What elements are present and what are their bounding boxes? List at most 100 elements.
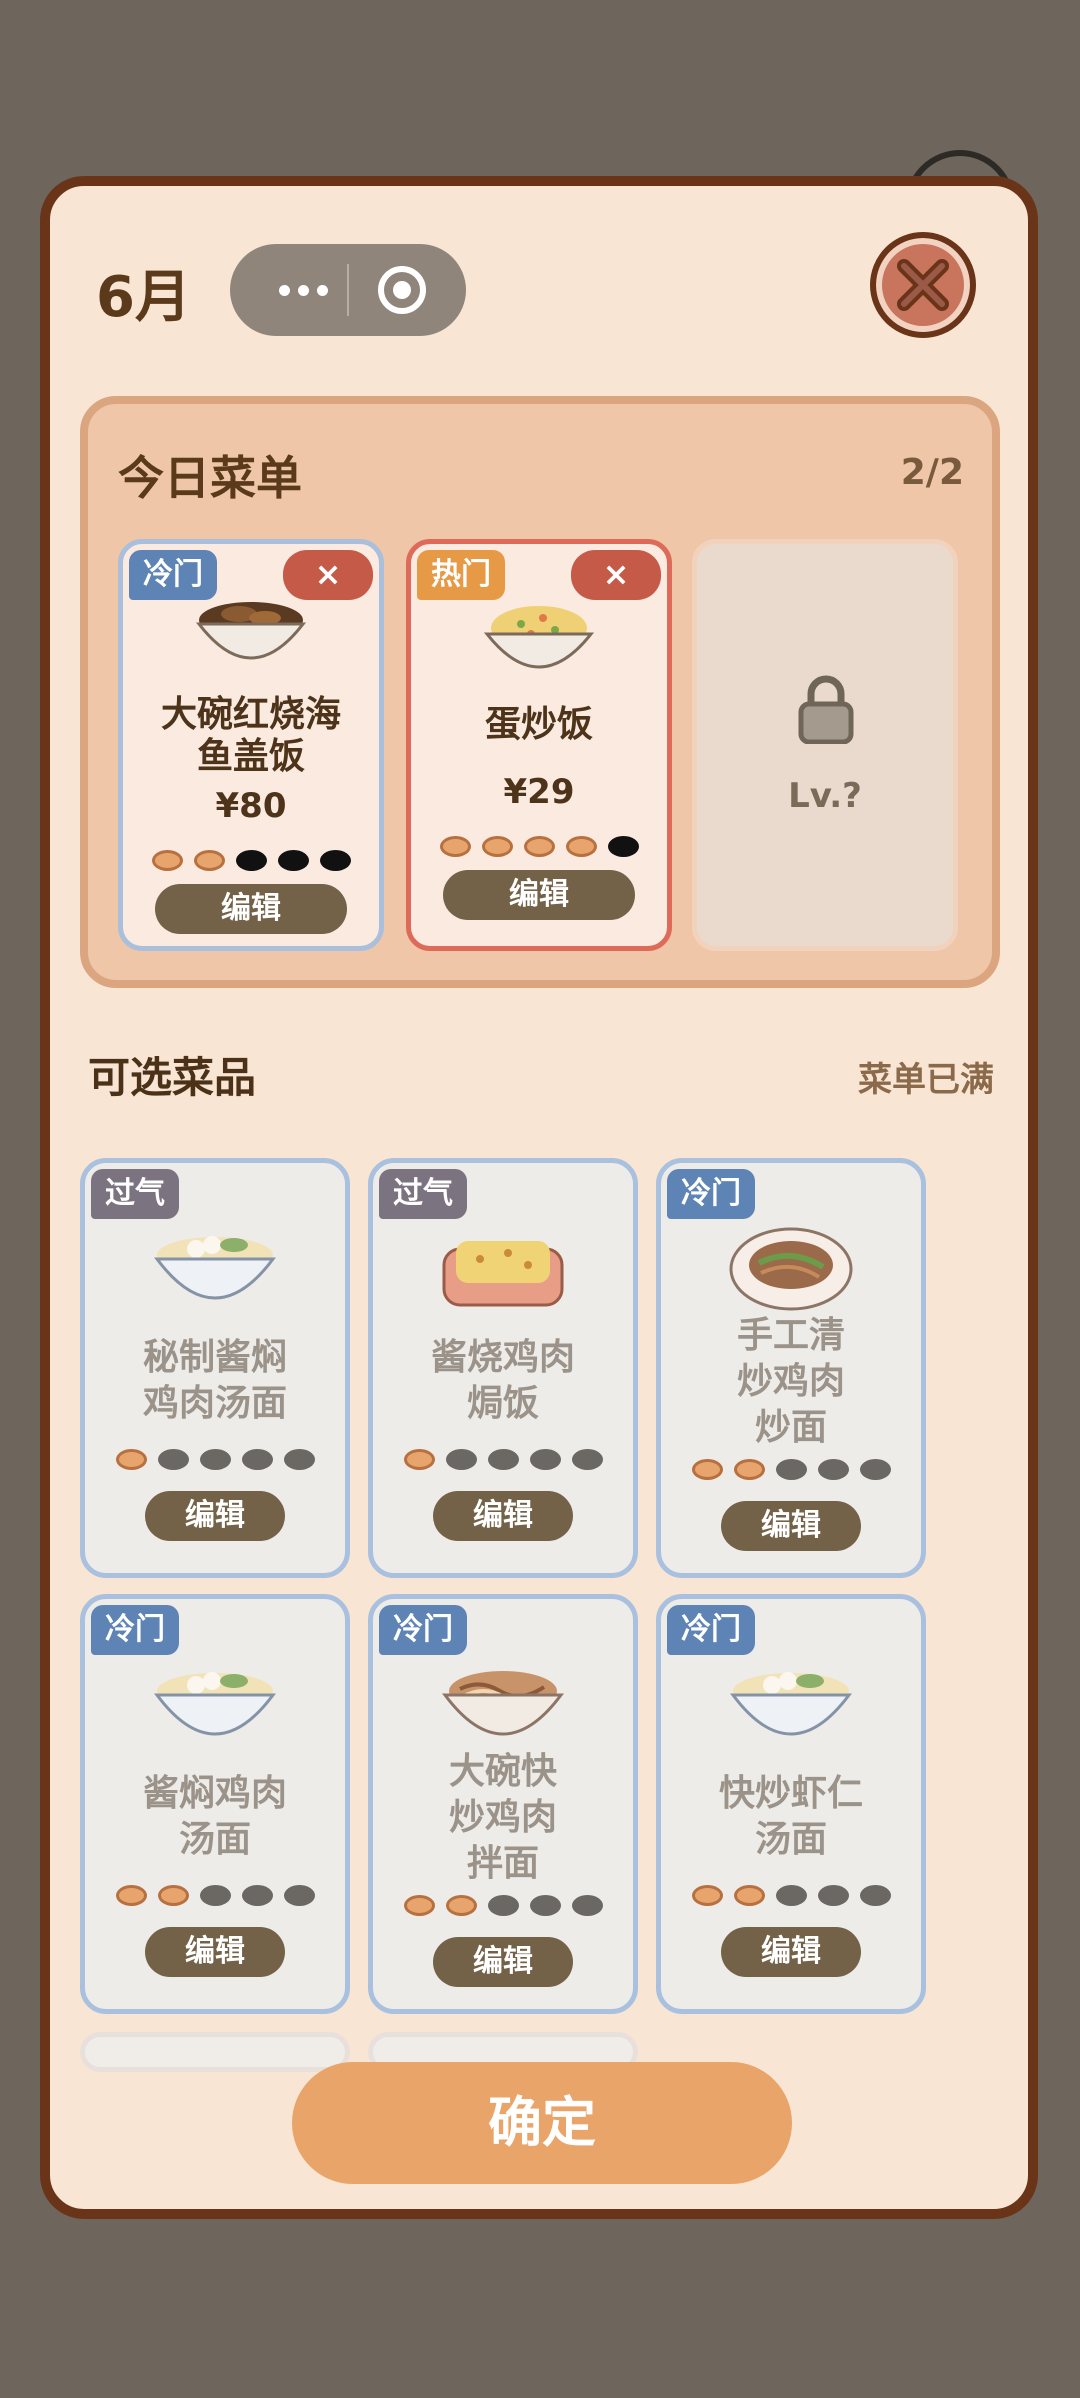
dish-card[interactable]: 过气 秘制酱焖 鸡肉汤面 编辑 bbox=[80, 1158, 350, 1578]
status-tag: 过气 bbox=[91, 1169, 179, 1219]
empty-rating-icon bbox=[241, 1449, 273, 1470]
edit-button[interactable]: 编辑 bbox=[433, 1937, 573, 1987]
empty-rating-icon bbox=[859, 1885, 891, 1906]
dish-name: 手工清 炒鸡肉 炒面 bbox=[736, 1315, 845, 1448]
locked-slot: Lv.? bbox=[692, 539, 958, 951]
empty-rating-icon bbox=[775, 1885, 807, 1906]
empty-rating-icon bbox=[235, 850, 267, 871]
status-tag: 冷门 bbox=[379, 1605, 467, 1655]
empty-rating-icon bbox=[199, 1885, 231, 1906]
fish-rice-bowl-icon bbox=[195, 602, 307, 660]
empty-rating-icon bbox=[283, 1885, 315, 1906]
edit-button[interactable]: 编辑 bbox=[443, 870, 635, 920]
dish-name: 大碗红烧海 鱼盖饭 bbox=[160, 694, 341, 777]
bread-icon bbox=[193, 850, 225, 871]
partial-dish-card bbox=[80, 2032, 350, 2072]
bread-icon bbox=[565, 836, 597, 857]
empty-rating-icon bbox=[571, 1449, 603, 1470]
empty-rating-icon bbox=[199, 1449, 231, 1470]
menu-panel: 6月 今日菜单 2/2 冷门 × 大碗红烧海 鱼盖饭 ¥80 编辑 热门 × 蛋… bbox=[40, 176, 1038, 2219]
bread-icon bbox=[523, 836, 555, 857]
month-label: 6月 bbox=[96, 265, 191, 330]
close-icon[interactable] bbox=[870, 232, 976, 338]
bread-icon bbox=[445, 1895, 477, 1916]
today-menu-section: 今日菜单 2/2 冷门 × 大碗红烧海 鱼盖饭 ¥80 编辑 热门 × 蛋炒饭 … bbox=[80, 396, 1000, 988]
bread-icon bbox=[691, 1459, 723, 1480]
edit-button[interactable]: 编辑 bbox=[433, 1491, 573, 1541]
empty-rating-icon bbox=[241, 1885, 273, 1906]
menu-card[interactable]: 热门 × 蛋炒饭 ¥29 编辑 bbox=[406, 539, 672, 951]
confirm-button[interactable]: 确定 bbox=[292, 2062, 792, 2184]
bread-icon bbox=[481, 836, 513, 857]
locked-level-label: Lv.? bbox=[788, 776, 862, 816]
empty-rating-icon bbox=[817, 1459, 849, 1480]
bread-icon bbox=[403, 1895, 435, 1916]
rating-dots bbox=[373, 1895, 633, 1916]
today-menu-count: 2/2 bbox=[900, 452, 964, 493]
dish-name: 秘制酱焖 鸡肉汤面 bbox=[142, 1337, 287, 1424]
lock-icon bbox=[798, 675, 854, 744]
edit-button[interactable]: 编辑 bbox=[145, 1491, 285, 1541]
empty-rating-icon bbox=[319, 850, 351, 871]
rating-dots bbox=[85, 1885, 345, 1906]
dish-card[interactable]: 冷门 手工清 炒鸡肉 炒面 编辑 bbox=[656, 1158, 926, 1578]
status-tag: 热门 bbox=[417, 550, 505, 600]
rating-dots bbox=[85, 1449, 345, 1470]
edit-button[interactable]: 编辑 bbox=[721, 1501, 861, 1551]
rating-dots bbox=[373, 1449, 633, 1470]
dish-price: ¥80 bbox=[215, 786, 287, 826]
empty-rating-icon bbox=[445, 1449, 477, 1470]
capsule-divider bbox=[347, 264, 349, 316]
close-target-icon[interactable] bbox=[378, 266, 426, 314]
bread-icon bbox=[151, 850, 183, 871]
dish-name: 酱烧鸡肉 焗饭 bbox=[430, 1337, 575, 1424]
mixed-noodles-bowl-icon bbox=[442, 1671, 564, 1736]
baked-rice-dish-icon bbox=[442, 1241, 564, 1307]
dish-card[interactable]: 冷门 酱焖鸡肉 汤面 编辑 bbox=[80, 1594, 350, 2014]
rating-dots bbox=[411, 836, 667, 857]
menu-full-status: 菜单已满 bbox=[858, 1060, 994, 1100]
empty-rating-icon bbox=[157, 1449, 189, 1470]
empty-rating-icon bbox=[817, 1885, 849, 1906]
bread-icon bbox=[439, 836, 471, 857]
bread-icon bbox=[403, 1449, 435, 1470]
bread-icon bbox=[691, 1885, 723, 1906]
bread-icon bbox=[157, 1885, 189, 1906]
fried-rice-bowl-icon bbox=[483, 606, 595, 669]
empty-rating-icon bbox=[529, 1895, 561, 1916]
today-menu-title: 今日菜单 bbox=[118, 451, 302, 505]
dish-name: 快炒虾仁 汤面 bbox=[718, 1773, 863, 1860]
dish-name: 酱焖鸡肉 汤面 bbox=[142, 1773, 287, 1860]
shrimp-noodle-soup-icon bbox=[730, 1672, 852, 1736]
edit-button[interactable]: 编辑 bbox=[155, 884, 347, 934]
dish-name: 大碗快 炒鸡肉 拌面 bbox=[448, 1751, 557, 1884]
empty-rating-icon bbox=[277, 850, 309, 871]
bread-icon bbox=[733, 1885, 765, 1906]
remove-button[interactable]: × bbox=[571, 550, 661, 600]
menu-card[interactable]: 冷门 × 大碗红烧海 鱼盖饭 ¥80 编辑 bbox=[118, 539, 384, 951]
mini-program-capsule bbox=[230, 244, 466, 336]
status-tag: 冷门 bbox=[667, 1169, 755, 1219]
empty-rating-icon bbox=[283, 1449, 315, 1470]
fried-noodles-plate-icon bbox=[729, 1227, 853, 1311]
rating-dots bbox=[661, 1885, 921, 1906]
empty-rating-icon bbox=[487, 1895, 519, 1916]
edit-button[interactable]: 编辑 bbox=[145, 1927, 285, 1977]
status-tag: 过气 bbox=[379, 1169, 467, 1219]
empty-rating-icon bbox=[859, 1459, 891, 1480]
empty-rating-icon bbox=[775, 1459, 807, 1480]
dish-card[interactable]: 过气 酱烧鸡肉 焗饭 编辑 bbox=[368, 1158, 638, 1578]
dish-card[interactable]: 冷门 大碗快 炒鸡肉 拌面 编辑 bbox=[368, 1594, 638, 2014]
noodle-soup-bowl-icon bbox=[154, 1236, 276, 1300]
more-dots-icon[interactable] bbox=[258, 264, 348, 316]
noodle-soup-bowl-icon bbox=[154, 1672, 276, 1736]
optional-dishes-title: 可选菜品 bbox=[88, 1053, 257, 1102]
status-tag: 冷门 bbox=[667, 1605, 755, 1655]
empty-rating-icon bbox=[487, 1449, 519, 1470]
empty-rating-icon bbox=[571, 1895, 603, 1916]
status-tag: 冷门 bbox=[91, 1605, 179, 1655]
bread-icon bbox=[115, 1449, 147, 1470]
edit-button[interactable]: 编辑 bbox=[721, 1927, 861, 1977]
rating-dots bbox=[661, 1459, 921, 1480]
dish-card[interactable]: 冷门 快炒虾仁 汤面 编辑 bbox=[656, 1594, 926, 2014]
